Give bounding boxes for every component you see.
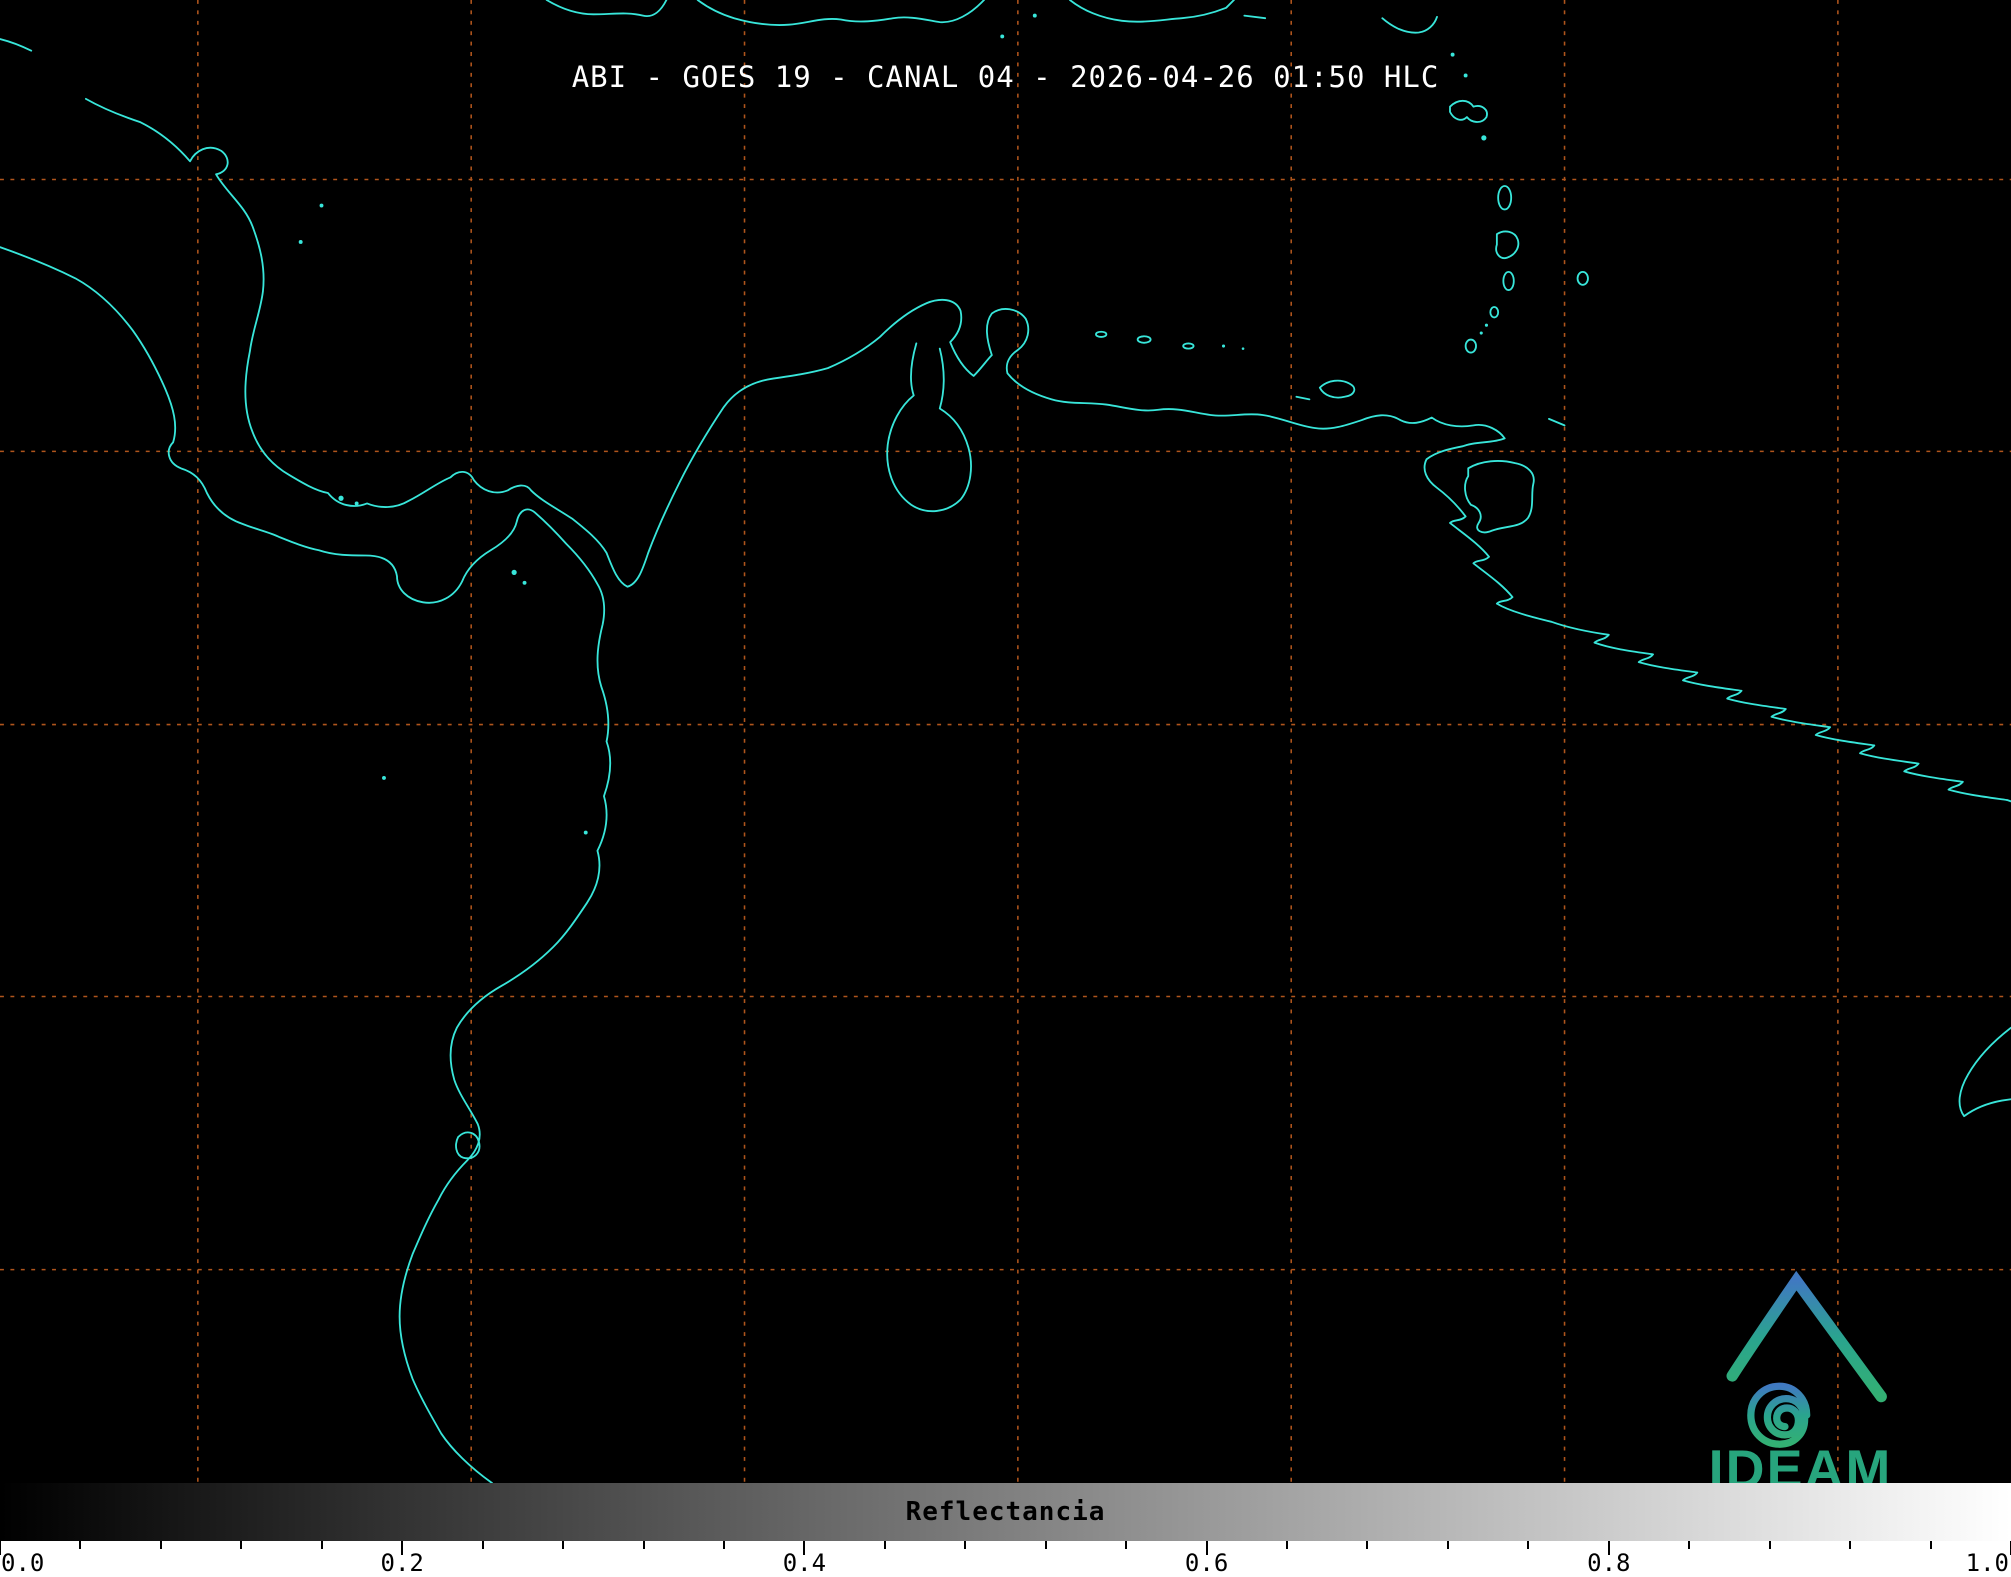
coastline-dominica [1497,185,1513,211]
coastline-hispaniola [696,0,985,26]
ideam-logo-graphic: IDEAM [1709,1270,1890,1498]
coastline-puna-island [455,1131,481,1160]
colorbar-tick-label: 0.8 [1587,1549,1631,1577]
colorbar-tick-label: 0.4 [782,1549,827,1577]
colorbar-gradient: Reflectancia [0,1483,2011,1541]
coastline-guadeloupe [1449,99,1488,123]
colorbar-tick-label: 0.6 [1184,1549,1229,1577]
colorbar: Reflectancia 0.0 0.2 0.4 0.6 0.8 1.0 [0,1483,2011,1577]
colorbar-tick-label: 0.2 [380,1549,424,1577]
coastline-caribbean [84,97,2011,803]
coastline-grenada [1464,338,1477,354]
coastline-margarita [1318,379,1356,399]
coastline-top-left [0,38,33,52]
satellite-image: ABI - GOES 19 - CANAL 04 - 2026-04-26 01… [0,0,2011,1577]
colorbar-tick-label: 0.0 [1,1549,45,1577]
coastline-trinidad [1464,460,1535,534]
coastline-st-vincent [1489,306,1500,319]
coastline-st-lucia [1502,270,1515,292]
ideam-logo: IDEAM [1688,1260,1913,1498]
coastline-curacao [1136,335,1152,344]
map-area: ABI - GOES 19 - CANAL 04 - 2026-04-26 01… [0,0,2011,1498]
coastline-lake-maracaibo [886,342,972,513]
logo-spiral [1747,1382,1811,1448]
coastline-virgin-islands [1381,16,1438,34]
colorbar-label: Reflectancia [905,1497,1106,1527]
colorbar-tick-label: 1.0 [1965,1549,2009,1577]
coastline-jamaica [545,0,668,18]
colorbar-axis: 0.0 0.2 0.4 0.6 0.8 1.0 [0,1541,2011,1577]
coastline-puerto-rico [1069,0,1235,23]
coastline-tobago [1548,417,1566,427]
image-title: ABI - GOES 19 - CANAL 04 - 2026-04-26 01… [571,60,1440,94]
coastline-vieques [1243,14,1267,20]
coastline-coche [1295,395,1311,401]
coastline-aruba [1095,330,1108,338]
coastline-barbados [1576,270,1589,286]
coastline-bonaire [1182,342,1195,350]
coastline-pacific [0,246,612,1483]
coastline-right-edge [1958,1026,2011,1118]
logo-mountain [1726,1270,1887,1403]
coastline-martinique [1495,230,1520,259]
